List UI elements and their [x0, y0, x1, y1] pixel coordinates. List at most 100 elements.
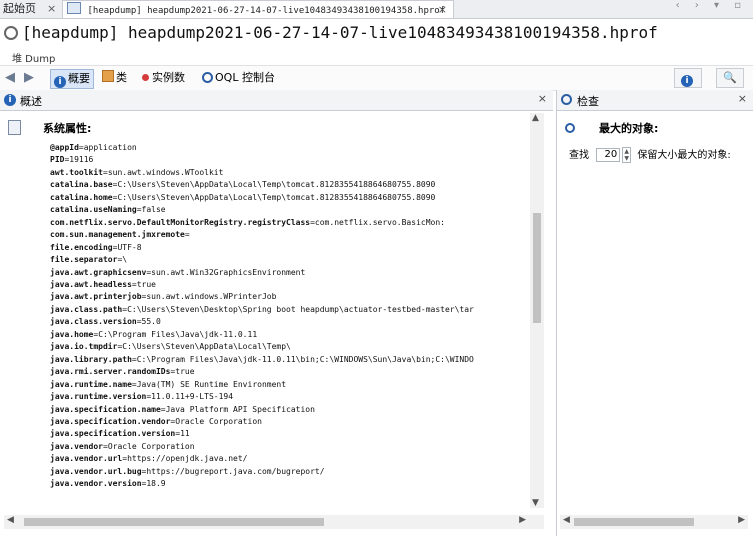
- property-key: PID: [50, 155, 65, 165]
- close-icon[interactable]: ×: [47, 0, 56, 18]
- property-value: C:\Program Files\Java\jdk-11.0.11: [98, 329, 258, 339]
- info-button[interactable]: i: [674, 68, 702, 88]
- system-properties-list: @appId=application PID=19116 awt.toolkit=s…: [50, 142, 530, 491]
- scroll-down-icon[interactable]: ▼: [532, 498, 539, 508]
- oql-console-button[interactable]: OQL 控制台: [202, 69, 275, 87]
- scroll-right-icon[interactable]: ▶: [519, 515, 526, 525]
- property-value: \: [122, 255, 128, 265]
- document-icon: [8, 120, 21, 135]
- oql-console-label: OQL 控制台: [215, 71, 275, 84]
- property-value: 11: [180, 429, 190, 439]
- property-key: java.class.path: [50, 304, 123, 314]
- property-key: java.runtime.version: [50, 392, 147, 402]
- property-value: C:\Users\Steven\AppData\Local\Temp\tomca…: [117, 180, 436, 190]
- search-icon: [561, 94, 572, 105]
- property-key: java.vendor: [50, 441, 103, 451]
- find-label: 查找: [569, 150, 589, 161]
- instance-icon: [142, 74, 149, 81]
- find-row: 查找 20 ▲ ▼ 保留大小最大的对象:: [569, 146, 731, 163]
- tab-bar: 起始页 × [heapdump] heapdump2021-06-27-14-0…: [0, 0, 753, 19]
- property-row: java.vendor.version=18.9: [50, 478, 530, 490]
- property-key: java.specification.name: [50, 404, 161, 414]
- property-row: com.sun.management.jmxremote=: [50, 229, 530, 241]
- property-value: Java(TM) SE Runtime Environment: [136, 379, 287, 389]
- equals-sign: =: [184, 230, 190, 240]
- biggest-objects-header: 最大的对象:: [565, 120, 658, 136]
- property-value: C:\Program Files\Java\jdk-11.0.11\bin;C:…: [136, 354, 474, 364]
- property-row: awt.toolkit=sun.awt.windows.WToolkit: [50, 167, 530, 179]
- property-row: java.runtime.name=Java(TM) SE Runtime En…: [50, 379, 530, 391]
- property-key: catalina.base: [50, 180, 113, 190]
- property-key: awt.toolkit: [50, 167, 103, 177]
- inspect-panel: 检查 × 最大的对象: 查找 20 ▲ ▼ 保留大小最大的对象:: [556, 90, 753, 536]
- property-row: catalina.useNaming=false: [50, 204, 530, 216]
- property-row: java.specification.name=Java Platform AP…: [50, 404, 530, 416]
- property-value: C:\Users\Steven\Desktop\Spring boot heap…: [127, 304, 474, 314]
- scroll-left-icon[interactable]: ◀: [563, 515, 570, 525]
- count-spinner-input[interactable]: 20: [596, 148, 621, 162]
- vertical-scrollbar[interactable]: ▲ ▼: [530, 113, 544, 508]
- spinner-arrows-icon[interactable]: ▲ ▼: [622, 147, 632, 163]
- property-value: application: [83, 143, 137, 152]
- close-icon[interactable]: ×: [438, 1, 447, 19]
- property-row: file.encoding=UTF-8: [50, 242, 530, 254]
- scroll-up-icon[interactable]: ▲: [532, 113, 539, 123]
- property-value: sun.awt.windows.WToolkit: [107, 167, 224, 177]
- heap-dump-header: 堆 Dump: [0, 48, 753, 65]
- property-key: catalina.useNaming: [50, 205, 137, 215]
- property-value: sun.awt.windows.WPrinterJob: [146, 292, 277, 302]
- property-key: java.awt.headless: [50, 279, 132, 289]
- property-key: com.netflix.servo.DefaultMonitorRegistry…: [50, 217, 311, 227]
- property-key: java.awt.printerjob: [50, 292, 142, 302]
- property-row: java.home=C:\Program Files\Java\jdk-11.0…: [50, 329, 530, 341]
- scrollbar-thumb[interactable]: [24, 518, 324, 526]
- back-arrow-icon[interactable]: ◀: [5, 69, 15, 87]
- property-row: java.vendor=Oracle Corporation: [50, 441, 530, 453]
- horizontal-scrollbar[interactable]: ◀ ▶: [560, 515, 748, 529]
- property-value: 55.0: [141, 317, 161, 327]
- property-row: com.netflix.servo.DefaultMonitorRegistry…: [50, 217, 530, 229]
- property-value: C:\Users\Steven\AppData\Local\Temp\tomca…: [117, 192, 436, 202]
- search-icon: [565, 123, 575, 133]
- classes-icon: [102, 70, 114, 82]
- scrollbar-thumb[interactable]: [574, 518, 694, 526]
- property-value: https://bugreport.java.com/bugreport/: [146, 466, 325, 476]
- property-key: java.specification.version: [50, 429, 176, 439]
- property-value: 18.9: [146, 479, 166, 489]
- retained-size-label[interactable]: 保留大小最大的对象:: [637, 150, 730, 161]
- property-value: https://openjdk.java.net/: [127, 454, 248, 464]
- classes-button[interactable]: 类: [102, 69, 127, 87]
- property-key: file.encoding: [50, 242, 113, 252]
- property-row: java.rmi.server.randomIDs=true: [50, 366, 530, 378]
- instances-button[interactable]: 实例数: [142, 69, 185, 87]
- summary-button[interactable]: i 概要: [50, 69, 94, 89]
- scroll-left-icon[interactable]: ◀: [7, 515, 14, 525]
- property-key: java.vendor.url: [50, 454, 123, 464]
- scrollbar-thumb[interactable]: [533, 213, 541, 323]
- property-row: java.awt.headless=true: [50, 279, 530, 291]
- property-row: java.awt.graphicsenv=sun.awt.Win32Graphi…: [50, 267, 530, 279]
- tab-nav-controls[interactable]: ‹ › ▾ ▫: [676, 0, 747, 11]
- property-row: java.runtime.version=11.0.11+9-LTS-194: [50, 391, 530, 403]
- search-button[interactable]: 🔍: [716, 68, 744, 88]
- property-row: java.awt.printerjob=sun.awt.windows.WPri…: [50, 291, 530, 303]
- system-properties-title: 系统属性:: [43, 122, 92, 135]
- property-key: java.io.tmpdir: [50, 342, 118, 352]
- close-icon[interactable]: ×: [738, 92, 747, 105]
- tab-heapdump[interactable]: [heapdump] heapdump2021-06-27-14-07-live…: [62, 0, 454, 18]
- property-row: @appId=application: [50, 142, 530, 154]
- horizontal-scrollbar[interactable]: ◀ ▶: [4, 515, 544, 529]
- property-row: java.vendor.url=https://openjdk.java.net…: [50, 453, 530, 465]
- info-icon: i: [681, 75, 693, 87]
- heap-dump-label: 堆 Dump: [12, 54, 56, 65]
- tab-start-page[interactable]: 起始页: [3, 0, 36, 18]
- document-title-bar: [heapdump] heapdump2021-06-27-14-07-live…: [0, 19, 753, 47]
- property-key: java.home: [50, 329, 94, 339]
- property-row: catalina.base=C:\Users\Steven\AppData\Lo…: [50, 179, 530, 191]
- classes-label: 类: [116, 71, 127, 84]
- property-key: java.vendor.version: [50, 479, 142, 489]
- scroll-right-icon[interactable]: ▶: [738, 515, 745, 525]
- forward-arrow-icon[interactable]: ▶: [24, 69, 34, 87]
- close-icon[interactable]: ×: [538, 92, 547, 105]
- property-row: java.specification.version=11: [50, 428, 530, 440]
